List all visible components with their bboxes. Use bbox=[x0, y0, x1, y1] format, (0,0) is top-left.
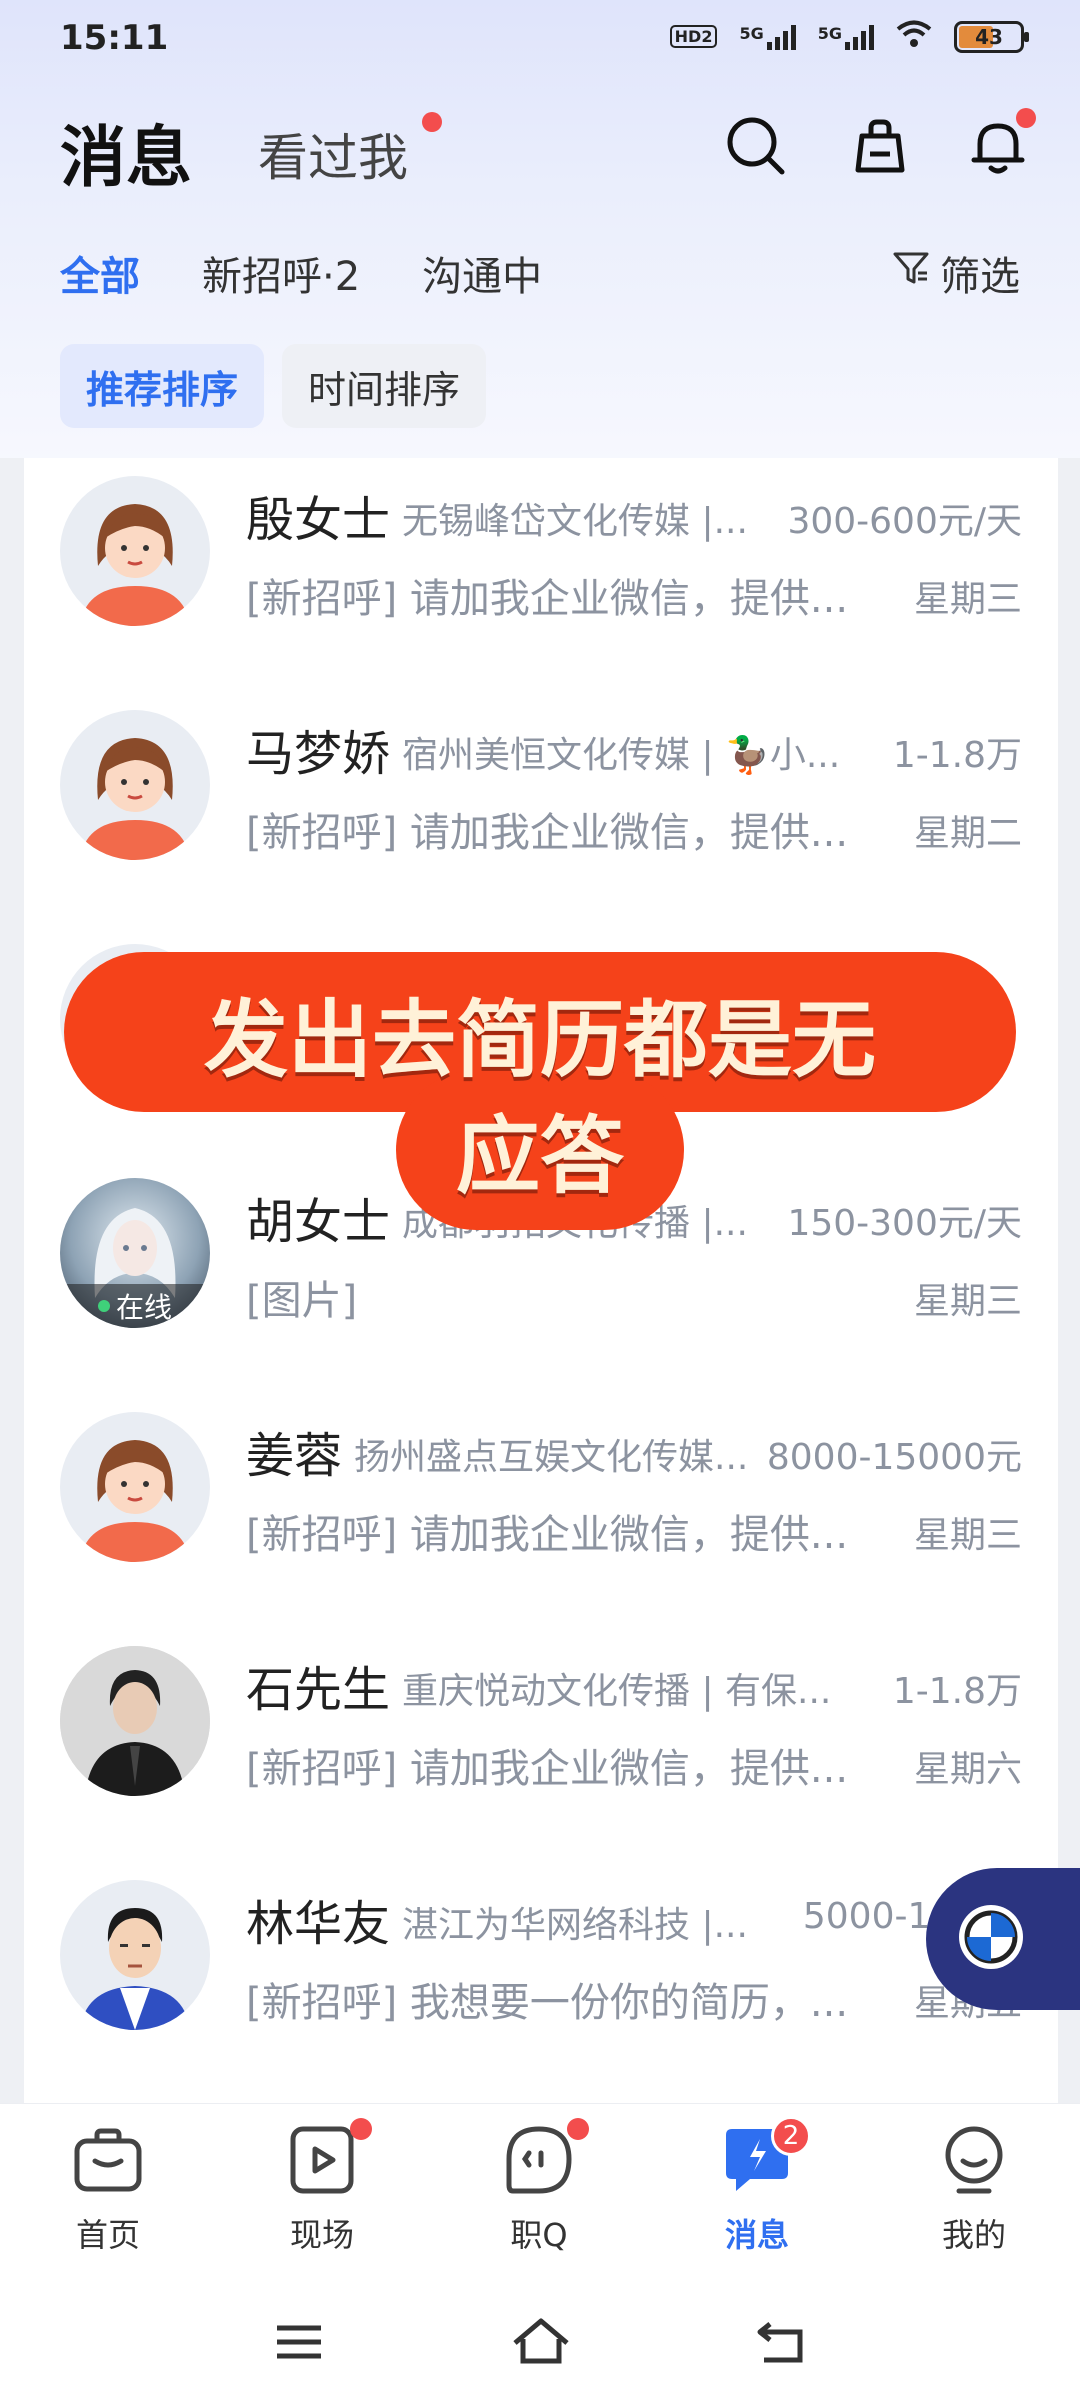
salary-range: 1-1.8万 bbox=[892, 1671, 1022, 1712]
message-day: 星期二 bbox=[913, 813, 1022, 854]
online-status-tag: 在线 bbox=[60, 1284, 210, 1328]
system-navigation-bar bbox=[0, 2283, 1080, 2400]
avatar bbox=[60, 710, 210, 860]
live-notification-dot bbox=[350, 2118, 372, 2140]
menu-icon[interactable] bbox=[264, 2307, 334, 2377]
hd-indicator: HD2 bbox=[669, 25, 718, 48]
nav-live[interactable]: 现场 bbox=[262, 2118, 382, 2256]
status-icons: HD2 5G 5G 43 bbox=[669, 20, 1029, 53]
signal-2: 5G bbox=[818, 24, 874, 50]
sort-options: 推荐排序 时间排序 bbox=[60, 344, 487, 428]
message-preview: [新招呼] 我想要一份你的简历，... bbox=[246, 1980, 849, 2026]
home-icon[interactable] bbox=[506, 2307, 576, 2377]
wifi-icon bbox=[896, 20, 932, 53]
tab-new-greetings[interactable]: 新招呼·2 bbox=[202, 244, 360, 302]
zhiq-notification-dot bbox=[567, 2118, 589, 2140]
signal-1: 5G bbox=[739, 24, 796, 50]
company-name: 无锡峰岱文化传媒 |... bbox=[402, 501, 748, 542]
profile-icon bbox=[936, 2122, 1012, 2198]
message-preview: [新招呼] 请加我企业微信，提供... bbox=[246, 1746, 849, 1792]
message-day: 星期三 bbox=[913, 579, 1022, 620]
sort-recommended-chip[interactable]: 推荐排序 bbox=[60, 344, 265, 428]
message-row[interactable]: 姜蓉 扬州盛点互娱文化传媒... 8000-15000元 [新招呼] 请加我企业… bbox=[24, 1394, 1058, 1628]
chat-face-icon bbox=[501, 2118, 589, 2198]
message-row[interactable]: 马梦娇 宿州美恒文化传媒 | 🦆小... 1-1.8万 [新招呼] 请加我企业微… bbox=[24, 692, 1058, 926]
play-icon bbox=[284, 2118, 372, 2198]
nav-profile[interactable]: 我的 bbox=[914, 2122, 1034, 2256]
page-title: 消息 bbox=[60, 119, 192, 196]
message-list-container: 殷女士 无锡峰岱文化传媒 |... 300-600元/天 [新招呼] 请加我企业… bbox=[0, 458, 1080, 2103]
briefcase-icon[interactable] bbox=[846, 112, 914, 180]
tab-in-communication[interactable]: 沟通中 bbox=[422, 244, 542, 302]
message-day: 星期六 bbox=[913, 1749, 1022, 1790]
message-preview: [新招呼] 请加我企业微信，提供... bbox=[246, 810, 849, 856]
company-name: 宿州美恒文化传媒 | 🦆小... bbox=[402, 735, 841, 776]
filter-button[interactable]: 筛选 bbox=[892, 244, 1020, 302]
status-time: 15:11 bbox=[60, 18, 169, 58]
signal-bars-icon bbox=[845, 24, 874, 50]
contact-name: 胡女士 bbox=[246, 1194, 391, 1250]
company-name: 重庆悦动文化传播 | 有保... bbox=[402, 1671, 832, 1712]
message-icon: 2 bbox=[719, 2116, 811, 2198]
message-preview: [新招呼] 请加我企业微信，提供... bbox=[246, 576, 849, 622]
message-row[interactable]: 殷女士 无锡峰岱文化传媒 |... 300-600元/天 [新招呼] 请加我企业… bbox=[24, 458, 1058, 692]
salary-range: 150-300元/天 bbox=[787, 1203, 1022, 1244]
company-name: 湛江为华网络科技 |... bbox=[402, 1905, 748, 1946]
salary-range: 300-600元/天 bbox=[787, 501, 1022, 542]
message-filter-tabs: 全部 新招呼·2 沟通中 bbox=[60, 244, 542, 302]
bell-notification-dot bbox=[1016, 108, 1036, 128]
contact-name: 马梦娇 bbox=[246, 726, 391, 782]
contact-name: 姜蓉 bbox=[246, 1428, 343, 1484]
seen-me-tab[interactable]: 看过我 bbox=[258, 118, 408, 190]
contact-name: 殷女士 bbox=[246, 492, 391, 548]
nav-messages[interactable]: 2 消息 bbox=[697, 2116, 817, 2256]
message-preview: [新招呼] 请加我企业微信，提供... bbox=[246, 1512, 849, 1558]
message-preview: [图片] bbox=[246, 1278, 358, 1324]
salary-range: 1-1.8万 bbox=[892, 735, 1022, 776]
nav-zhiq[interactable]: 职Q bbox=[479, 2118, 599, 2256]
company-name: 扬州盛点互娱文化传媒... bbox=[354, 1437, 749, 1478]
nav-home[interactable]: 首页 bbox=[48, 2122, 168, 2256]
status-bar: 15:11 HD2 5G 5G 43 bbox=[0, 0, 1080, 80]
search-icon[interactable] bbox=[722, 112, 790, 180]
filter-label: 筛选 bbox=[940, 254, 1020, 300]
filter-icon bbox=[892, 249, 930, 297]
message-row[interactable]: 林华友 湛江为华网络科技 |... 5000-10000 [新招呼] 我想要一份… bbox=[24, 1862, 1058, 2096]
avatar bbox=[60, 1412, 210, 1562]
message-day: 星期三 bbox=[913, 1515, 1022, 1556]
back-icon[interactable] bbox=[746, 2307, 816, 2377]
contact-name: 石先生 bbox=[246, 1662, 391, 1718]
messages-badge: 2 bbox=[771, 2116, 811, 2156]
battery-icon: 43 bbox=[954, 20, 1029, 53]
online-dot-icon bbox=[97, 1300, 110, 1312]
salary-range: 8000-15000元 bbox=[766, 1437, 1022, 1478]
message-row[interactable]: 石先生 重庆悦动文化传播 | 有保... 1-1.8万 [新招呼] 请加我企业微… bbox=[24, 1628, 1058, 1862]
home-bag-icon bbox=[70, 2122, 146, 2198]
bmw-logo-icon bbox=[956, 1902, 1026, 1976]
contact-name: 林华友 bbox=[246, 1896, 391, 1952]
tab-all[interactable]: 全部 bbox=[60, 244, 140, 302]
bottom-navigation: 首页 现场 职Q 2 消息 我的 bbox=[0, 2103, 1080, 2283]
seen-me-dot bbox=[422, 112, 442, 132]
avatar bbox=[60, 476, 210, 626]
signal-bars-icon bbox=[766, 24, 796, 50]
message-list: 殷女士 无锡峰岱文化传媒 |... 300-600元/天 [新招呼] 请加我企业… bbox=[24, 458, 1058, 2103]
floating-ad-bmw[interactable] bbox=[926, 1868, 1080, 2010]
avatar bbox=[60, 1880, 210, 2030]
message-day: 星期三 bbox=[913, 1281, 1022, 1322]
sort-time-chip[interactable]: 时间排序 bbox=[282, 344, 487, 428]
avatar: 在线 bbox=[60, 1178, 210, 1328]
avatar bbox=[60, 1646, 210, 1796]
caption-line-2: 应答 bbox=[455, 1105, 624, 1205]
